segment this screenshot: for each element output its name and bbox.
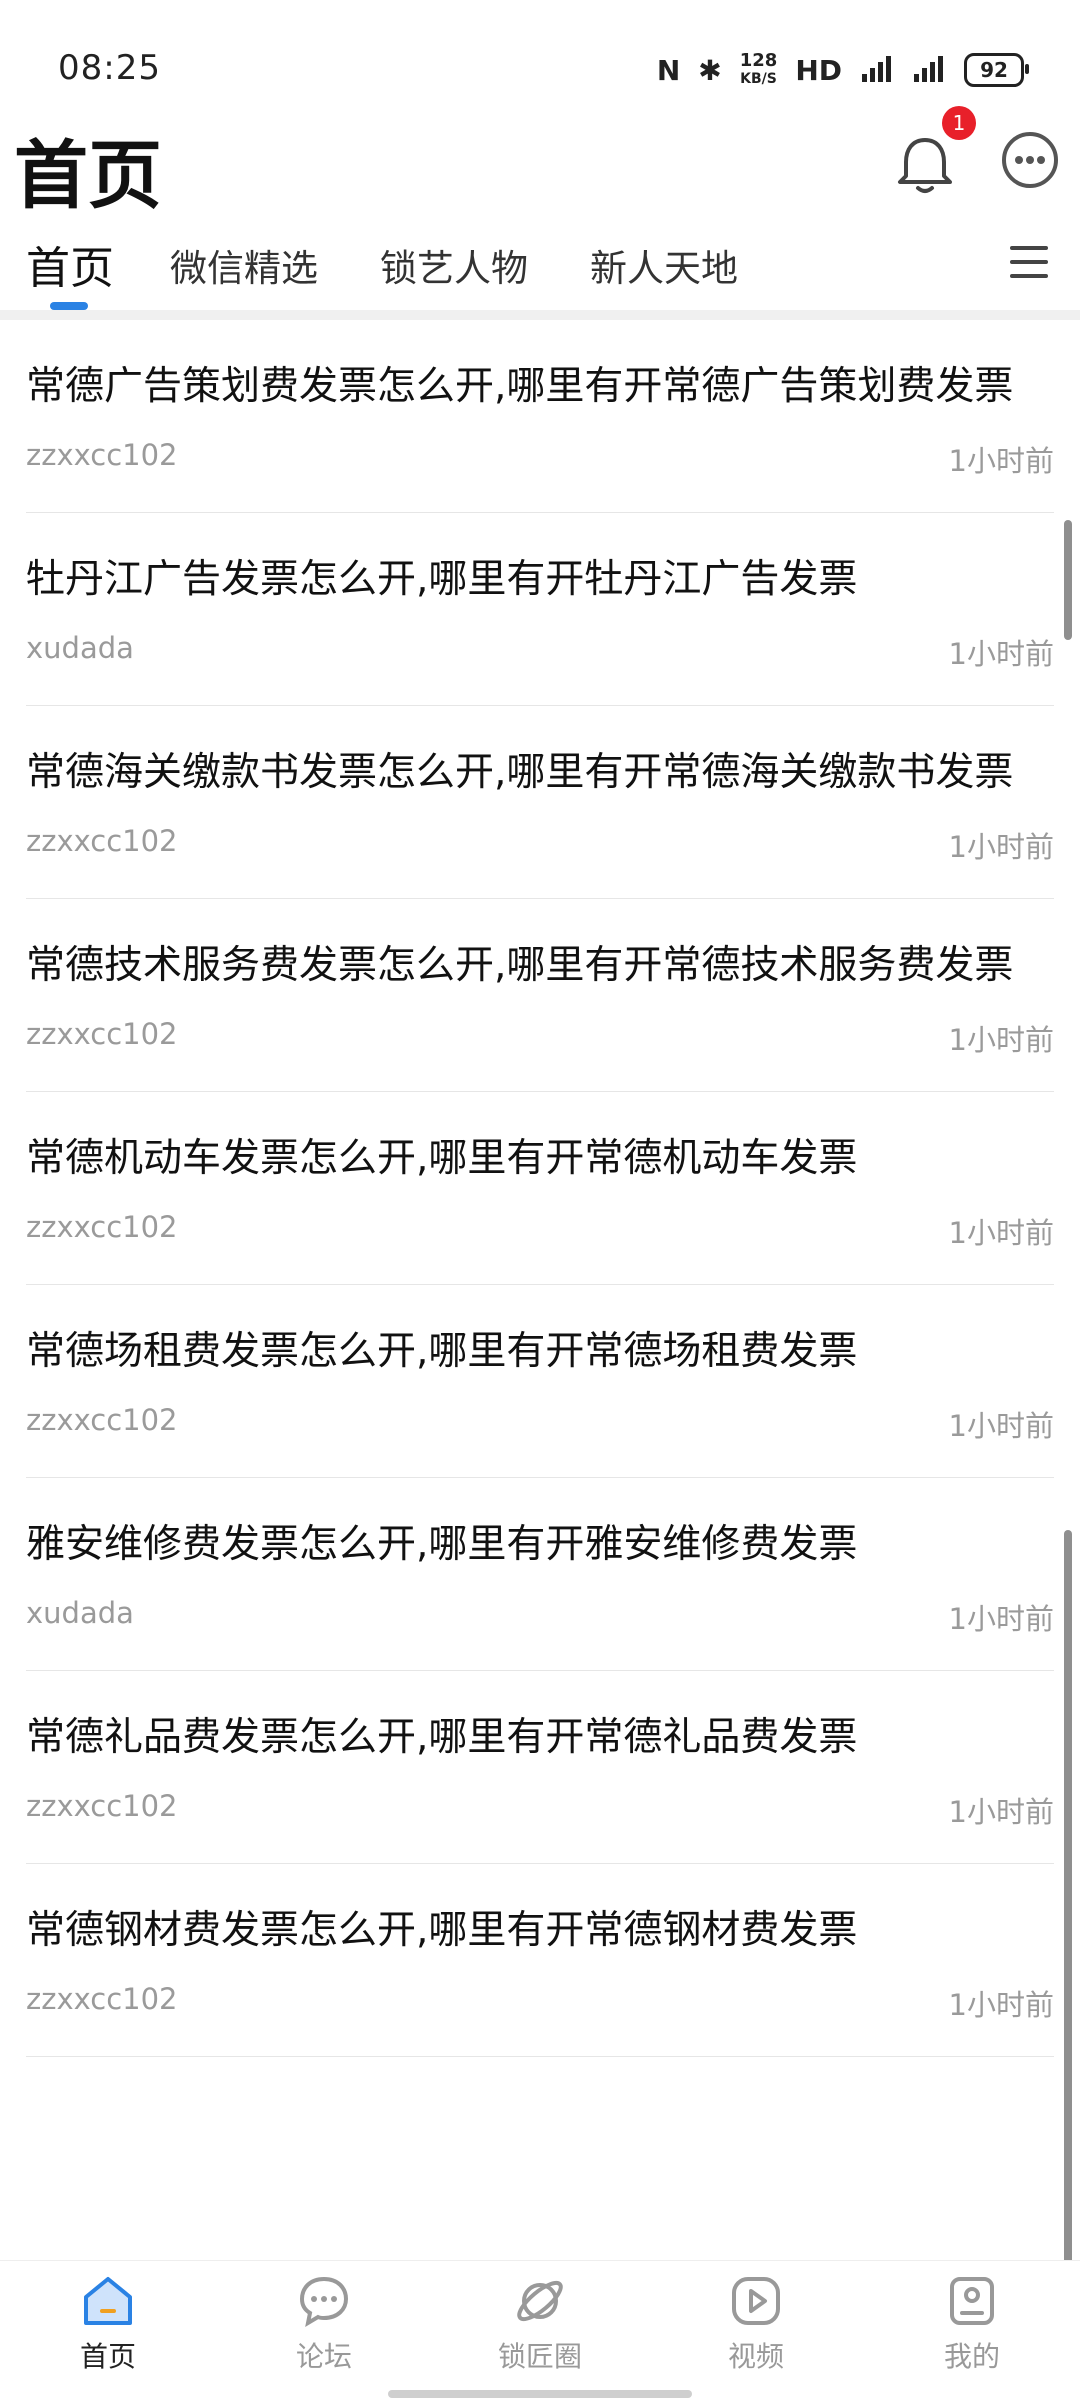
- bell-icon: [898, 138, 952, 193]
- nav-video[interactable]: 视频: [676, 2273, 836, 2375]
- nav-label: 视频: [727, 2340, 784, 2373]
- post-feed[interactable]: 常德广告策划费发票怎么开,哪里有开常德广告策划费发票 zzxxcc102…: [0, 320, 1080, 2270]
- tab-wechat-selection[interactable]: 微信精选: [170, 238, 318, 292]
- nav-label: 我的: [943, 2340, 1000, 2373]
- video-icon: [732, 2277, 780, 2325]
- nfc-icon: N: [656, 53, 681, 87]
- bottom-navigation: 首页 论坛 锁匠圈 视频 我的: [0, 2260, 1080, 2401]
- post-item[interactable]: 牡丹江广告发票怎么开,哪里有开牡丹江广告发票 xudada 1小时前: [26, 513, 1054, 706]
- post-author[interactable]: zzxxcc102: [26, 1210, 178, 1252]
- tab-newcomers[interactable]: 新人天地: [590, 238, 738, 292]
- profile-icon: [950, 2277, 994, 2325]
- post-item[interactable]: 常德场租费发票怎么开,哪里有开常德场租费发票 zzxxcc102 1小时前: [26, 1285, 1054, 1478]
- nav-label: 锁匠圈: [497, 2340, 582, 2373]
- hd-icon: HD: [795, 53, 842, 87]
- nav-forum[interactable]: 论坛: [244, 2273, 404, 2375]
- post-title[interactable]: 牡丹江广告发票怎么开,哪里有开牡丹江广告发票: [26, 551, 1054, 609]
- home-indicator[interactable]: [388, 2390, 692, 2398]
- network-speed-unit: KB/S: [740, 71, 777, 87]
- network-speed-value: 128: [739, 50, 778, 71]
- post-author[interactable]: zzxxcc102: [26, 1017, 178, 1059]
- app-header: 首页 1: [0, 106, 1080, 219]
- nav-label: 首页: [79, 2340, 136, 2373]
- notification-button[interactable]: [890, 130, 960, 200]
- post-title[interactable]: 常德广告策划费发票怎么开,哪里有开常德广告策划费发票: [26, 358, 1054, 416]
- post-author[interactable]: zzxxcc102: [26, 1403, 178, 1445]
- post-time: 1小时前: [948, 1023, 1054, 1057]
- post-time: 1小时前: [948, 1602, 1054, 1636]
- post-item[interactable]: 常德机动车发票怎么开,哪里有开常德机动车发票 zzxxcc102 1小时前: [26, 1092, 1054, 1285]
- post-title[interactable]: 常德场租费发票怎么开,哪里有开常德场租费发票: [26, 1323, 1054, 1381]
- post-title[interactable]: 常德技术服务费发票怎么开,哪里有开常德技术服务费发票: [26, 937, 1054, 995]
- post-time: 1小时前: [948, 1409, 1054, 1443]
- post-time: 1小时前: [948, 830, 1054, 864]
- post-item[interactable]: 常德钢材费发票怎么开,哪里有开常德钢材费发票 zzxxcc102 1小时前: [26, 1864, 1054, 2057]
- post-item[interactable]: 常德技术服务费发票怎么开,哪里有开常德技术服务费发票 zzxxcc102…: [26, 899, 1054, 1092]
- battery-icon: 92: [964, 53, 1029, 87]
- post-author[interactable]: zzxxcc102: [26, 1982, 178, 2024]
- network-speed: 128 KB/S: [740, 52, 778, 88]
- status-icons: N ✱ 128 KB/S HD 92: [656, 50, 1029, 90]
- post-time: 1小时前: [948, 637, 1054, 671]
- post-author[interactable]: zzxxcc102: [26, 824, 178, 866]
- post-title[interactable]: 雅安维修费发票怎么开,哪里有开雅安维修费发票: [26, 1516, 1054, 1574]
- post-time: 1小时前: [948, 1795, 1054, 1829]
- page-title: 首页: [14, 133, 162, 219]
- post-time: 1小时前: [948, 1988, 1054, 2022]
- post-title[interactable]: 常德钢材费发票怎么开,哪里有开常德钢材费发票: [26, 1902, 1054, 1960]
- tab-lock-people[interactable]: 锁艺人物: [380, 238, 528, 292]
- nav-locksmith-circle[interactable]: 锁匠圈: [460, 2273, 620, 2375]
- more-button[interactable]: [1000, 130, 1060, 190]
- post-item[interactable]: 常德海关缴款书发票怎么开,哪里有开常德海关缴款书发票 zzxxcc102…: [26, 706, 1054, 899]
- post-item[interactable]: 常德广告策划费发票怎么开,哪里有开常德广告策划费发票 zzxxcc102…: [26, 320, 1054, 513]
- post-title[interactable]: 常德海关缴款书发票怎么开,哪里有开常德海关缴款书发票: [26, 744, 1054, 802]
- category-tabs: 首页 微信精选 锁艺人物 新人天地: [0, 220, 1080, 310]
- signal-icon-2: [912, 54, 946, 86]
- scrollbar-track[interactable]: [1064, 1530, 1072, 2270]
- post-author[interactable]: xudada: [26, 631, 134, 673]
- bluetooth-icon: ✱: [698, 53, 722, 87]
- active-tab-indicator: [50, 302, 88, 310]
- post-author[interactable]: xudada: [26, 1596, 134, 1638]
- battery-level: 92: [980, 58, 1008, 82]
- nav-label: 论坛: [295, 2340, 352, 2373]
- nav-home[interactable]: 首页: [28, 2273, 188, 2375]
- forum-icon: [299, 2276, 349, 2328]
- header-divider: [0, 310, 1080, 320]
- more-icon: [1002, 132, 1058, 188]
- notification-badge: 1: [942, 106, 976, 140]
- post-author[interactable]: zzxxcc102: [26, 1789, 178, 1831]
- home-icon: [84, 2277, 132, 2325]
- signal-icon-1: [860, 54, 894, 86]
- status-time: 08:25: [58, 48, 161, 88]
- post-item[interactable]: 常德礼品费发票怎么开,哪里有开常德礼品费发票 zzxxcc102 1小时前: [26, 1671, 1054, 1864]
- post-author[interactable]: zzxxcc102: [26, 438, 178, 480]
- menu-icon[interactable]: [1010, 246, 1048, 278]
- post-item[interactable]: 雅安维修费发票怎么开,哪里有开雅安维修费发票 xudada 1小时前: [26, 1478, 1054, 1671]
- tab-home[interactable]: 首页: [26, 232, 114, 296]
- nav-profile[interactable]: 我的: [892, 2273, 1052, 2375]
- status-bar: 08:25 N ✱ 128 KB/S HD 92: [0, 0, 1080, 110]
- post-time: 1小时前: [948, 444, 1054, 478]
- post-time: 1小时前: [948, 1216, 1054, 1250]
- scrollbar-thumb[interactable]: [1064, 520, 1072, 640]
- post-title[interactable]: 常德机动车发票怎么开,哪里有开常德机动车发票: [26, 1130, 1054, 1188]
- post-title[interactable]: 常德礼品费发票怎么开,哪里有开常德礼品费发票: [26, 1709, 1054, 1767]
- planet-icon: [517, 2280, 563, 2322]
